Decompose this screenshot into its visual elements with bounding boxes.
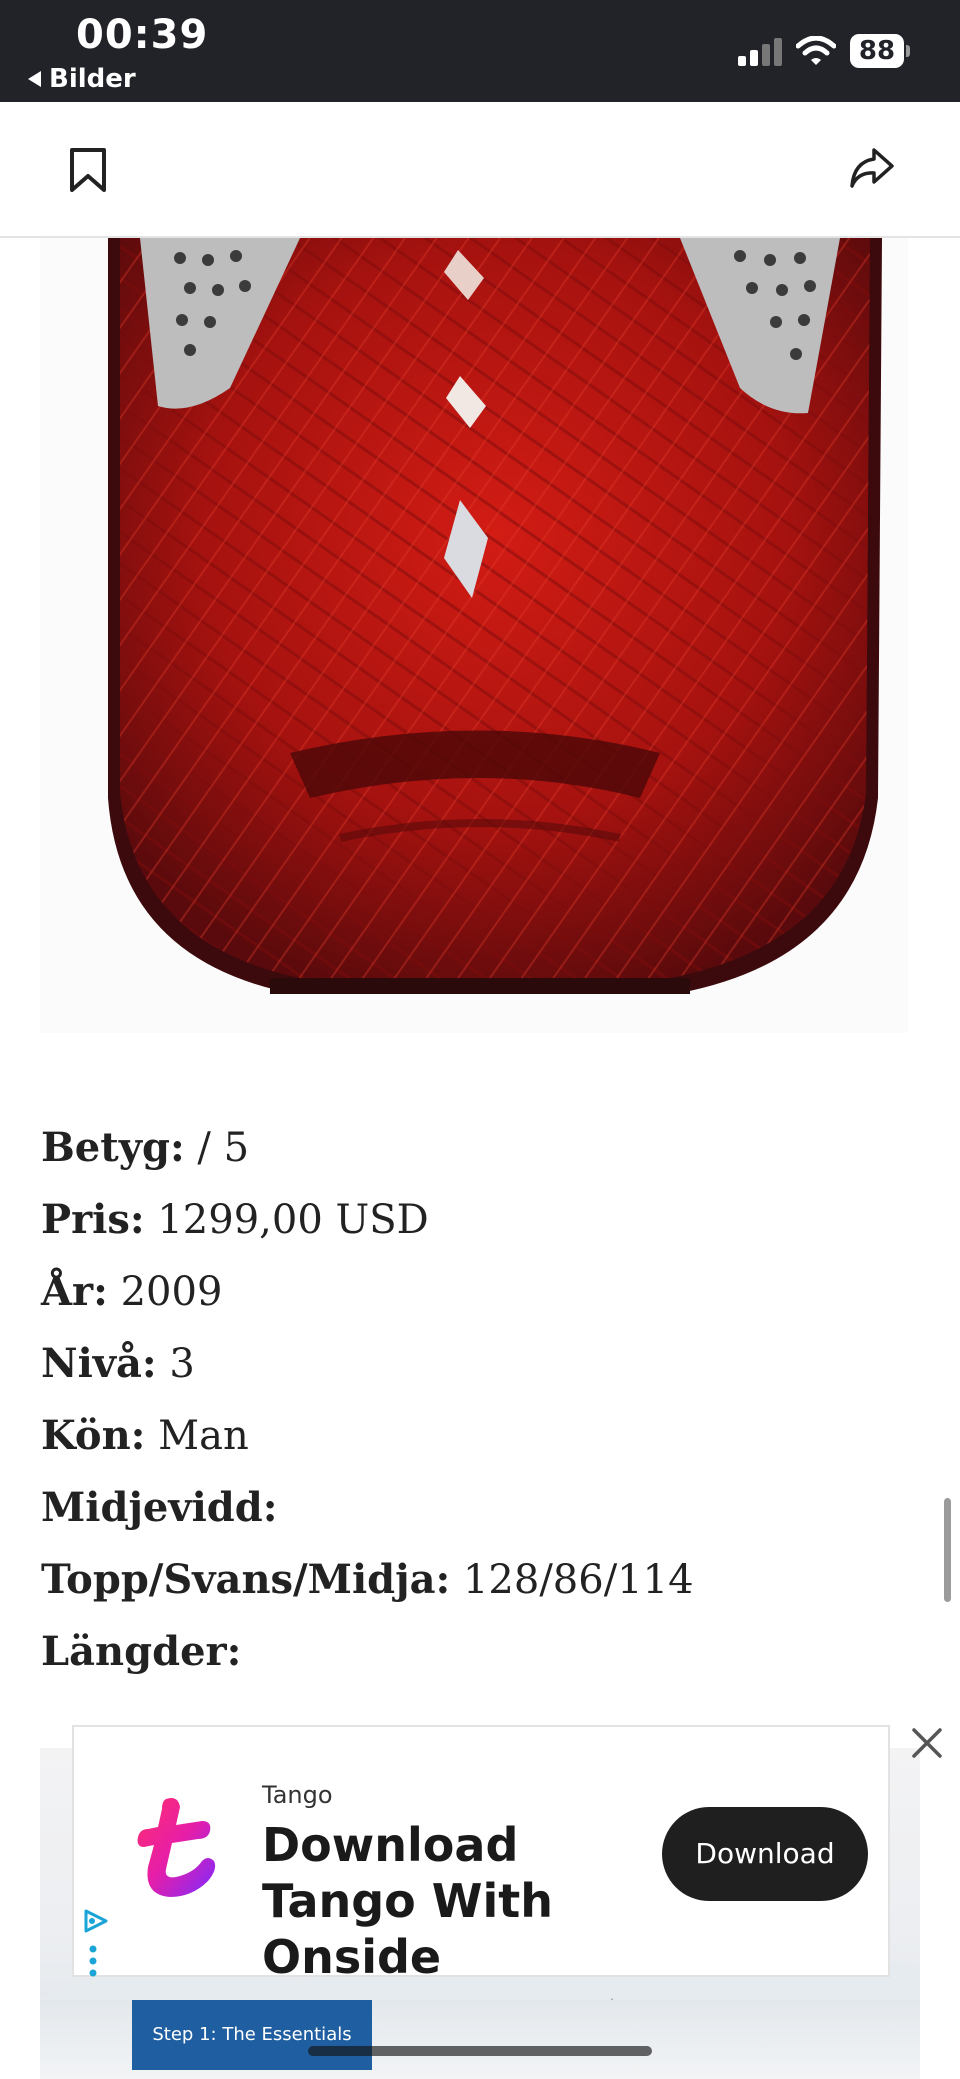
spec-waist-width: Midjevidd: [41,1484,278,1531]
ad-banner-strip: Step 1: The Essentials [40,2000,920,2079]
battery-level: 88 [850,34,904,68]
battery-cap [906,45,910,57]
ad-download-button[interactable]: Download [662,1807,868,1901]
back-to-app-link[interactable]: Bilder [28,64,136,94]
share-icon[interactable] [848,146,896,190]
page-scrollbar[interactable] [944,1498,951,1602]
ad-close-icon[interactable] [908,1724,946,1762]
status-time: 00:39 [76,12,209,58]
ski-specs: Betyg: / 5 Pris: 1299,00 USD År: 2009 Ni… [41,1112,921,1688]
bookmark-icon[interactable] [66,146,110,194]
spec-price: Pris: 1299,00 USD [41,1196,429,1243]
top-toolbar [0,102,960,238]
spec-year: År: 2009 [41,1268,223,1315]
ad-card[interactable]: Tango Download Tango With Onside Downloa… [72,1725,890,1984]
back-label: Bilder [49,64,136,94]
ad-headline: Download Tango With Onside [262,1818,554,1984]
spec-sidecut: Topp/Svans/Midja: 128/86/114 [41,1556,694,1603]
spec-level: Nivå: 3 [41,1340,195,1387]
spec-lengths: Längder: [41,1628,242,1675]
wifi-icon [796,36,836,65]
cellular-signal-icon [738,38,782,66]
back-arrow-icon [28,71,41,87]
status-bar: 00:39 Bilder 88 [0,0,960,102]
ski-image [108,238,882,994]
step-banner: Step 1: The Essentials [132,2000,372,2070]
spec-gender: Kön: Man [41,1412,249,1459]
adchoices-icon[interactable] [80,1907,110,1935]
spec-rating: Betyg: / 5 [41,1124,250,1171]
product-image [40,238,908,1033]
tango-logo-icon [137,1798,216,1897]
battery-icon: 88 [850,34,910,68]
ad-brand-name: Tango [262,1781,333,1809]
ad-more-options-icon[interactable] [88,1945,98,1977]
home-indicator[interactable] [308,2046,652,2056]
